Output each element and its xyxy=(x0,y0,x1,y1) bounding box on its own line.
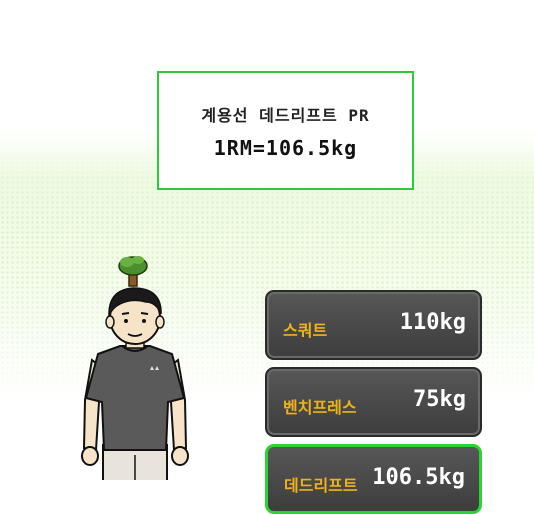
tree-icon xyxy=(118,256,148,287)
stat-value: 106.5kg xyxy=(372,465,465,490)
stat-value: 110kg xyxy=(399,310,466,335)
stat-card-deadlift: 데드리프트 106.5kg xyxy=(265,444,482,514)
stat-value: 75kg xyxy=(413,387,466,412)
stat-label: 벤치프레스 xyxy=(283,398,357,417)
pr-title: 계용선 데드리프트 PR xyxy=(201,105,370,125)
stat-label: 데드리프트 xyxy=(284,476,358,495)
stat-label: 스쿼트 xyxy=(283,321,328,340)
character-illustration xyxy=(70,250,200,480)
stat-card-bench-press: 벤치프레스 75kg xyxy=(265,367,482,437)
pr-value: 1RM=106.5kg xyxy=(213,135,358,160)
pr-card: 계용선 데드리프트 PR 1RM=106.5kg xyxy=(157,71,414,190)
stat-card-squat: 스쿼트 110kg xyxy=(265,290,482,360)
